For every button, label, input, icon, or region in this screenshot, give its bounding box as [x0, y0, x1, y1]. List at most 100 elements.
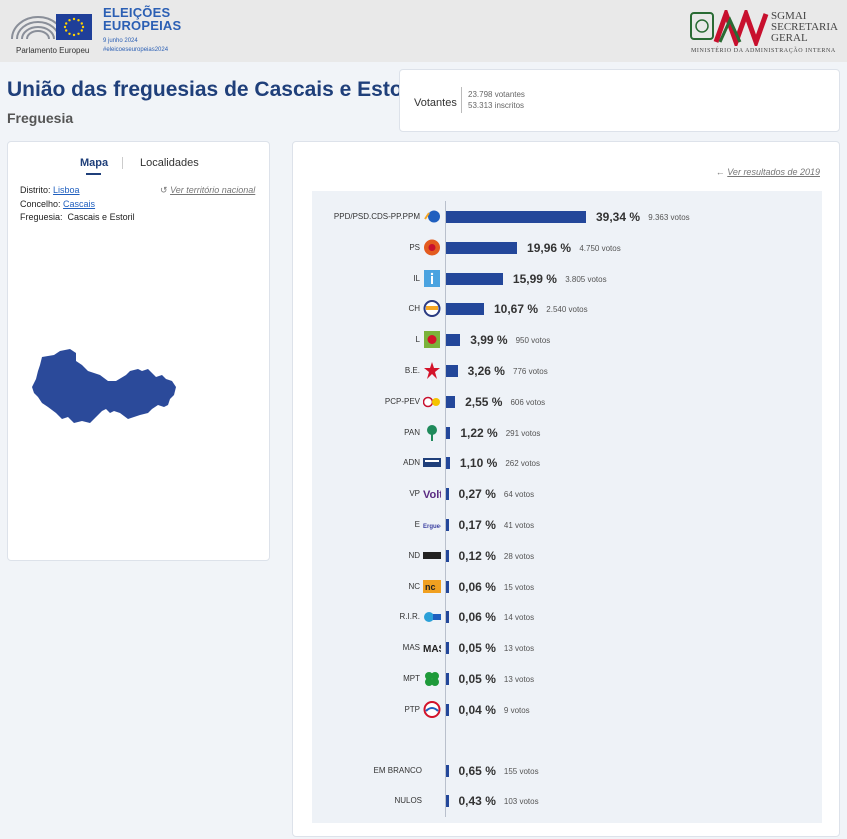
- freguesia-row: Freguesia: Cascais e Estoril: [20, 212, 135, 222]
- result-votes: 2.540 votos: [546, 305, 588, 315]
- mpt-clover-icon: [423, 670, 441, 687]
- concelho-row: Concelho: Cascais: [20, 199, 95, 209]
- result-votes: 64 votos: [503, 490, 535, 500]
- active-tab-indicator: [86, 173, 101, 175]
- result-percentage: 10,67 %: [493, 302, 539, 317]
- distrito-label: Distrito:: [20, 185, 51, 195]
- tab-localidades[interactable]: Localidades: [140, 157, 199, 169]
- map-panel: Mapa Localidades Distrito: Lisboa Concel…: [7, 141, 270, 561]
- result-percentage: 0,06 %: [458, 579, 496, 594]
- ptp-icon: [423, 700, 441, 718]
- freguesia-value: Cascais e Estoril: [67, 212, 135, 222]
- result-bar: [446, 642, 449, 655]
- tab-mapa[interactable]: Mapa: [80, 157, 108, 169]
- result-votes: 950 votos: [515, 336, 551, 346]
- freguesia-shape[interactable]: [32, 349, 176, 423]
- party-name: MAS: [402, 643, 420, 653]
- result-votes: 606 votos: [510, 397, 546, 407]
- party-name: R.I.R.: [399, 612, 420, 622]
- result-bar: [446, 549, 449, 562]
- concelho-link[interactable]: Cascais: [63, 199, 95, 209]
- results-panel: ← Ver resultados de 2019 PPD/PSD.CDS-PP.…: [292, 141, 840, 837]
- distrito-link[interactable]: Lisboa: [53, 185, 80, 195]
- result-percentage: 0,43 %: [458, 794, 496, 808]
- party-name: PPD/PSD.CDS-PP.PPM: [333, 212, 420, 221]
- result-percentage: 0,06 %: [458, 610, 496, 625]
- cdu-icon: [422, 393, 441, 410]
- result-bar: [446, 426, 451, 439]
- rir-icon: [423, 608, 441, 625]
- result-bar: [446, 795, 449, 807]
- result-votes: 3.805 votos: [565, 274, 607, 284]
- elections-date: 9 junho 2024: [103, 38, 138, 44]
- arrow-left-icon: ←: [715, 167, 725, 177]
- result-bar: [446, 272, 503, 285]
- freguesia-map[interactable]: [30, 347, 190, 427]
- ver-2019-link[interactable]: ← Ver resultados de 2019: [716, 167, 820, 177]
- elections-hashtag: #eleicoeseuropeias2024: [103, 47, 169, 53]
- ministry-name: MINISTÉRIO DA ADMINISTRAÇÃO INTERNA: [691, 48, 836, 54]
- adn-icon: [423, 454, 441, 471]
- result-bar: [446, 580, 449, 593]
- party-name: EM BRANCO: [373, 766, 422, 775]
- result-bar: [446, 334, 461, 347]
- votantes-count: 23.798 votantes: [468, 90, 525, 99]
- ver-territorio-text: Ver território nacional: [170, 185, 256, 195]
- svg-text:nc: nc: [425, 582, 436, 592]
- result-votes: 9.363 votos: [648, 213, 690, 222]
- results-chart: PPD/PSD.CDS-PP.PPM 39,34 % 9.363 votos PS 19…: [312, 191, 822, 823]
- svg-text:MAS: MAS: [423, 644, 441, 655]
- result-votes: 13 votos: [503, 675, 535, 684]
- party-name: E: [414, 520, 420, 529]
- result-percentage: 3,99 %: [470, 333, 508, 348]
- result-bar: [446, 488, 449, 501]
- party-name: IL: [413, 273, 420, 283]
- result-percentage: 1,10 %: [459, 456, 498, 471]
- result-votes: 14 votos: [503, 613, 535, 623]
- result-bar: [446, 611, 449, 624]
- chart-axis-line: [445, 201, 446, 817]
- result-votes: 291 votos: [505, 428, 541, 438]
- elections-title: ELEIÇÕES EUROPEIAS: [103, 5, 182, 33]
- result-percentage: 2,55 %: [465, 394, 503, 409]
- party-name: PAN: [404, 427, 420, 437]
- result-bar: [446, 395, 456, 408]
- result-percentage: 0,27 %: [458, 487, 496, 502]
- result-votes: 28 votos: [503, 551, 535, 561]
- party-name: CH: [408, 304, 420, 314]
- divider: [461, 87, 462, 113]
- result-percentage: 1,22 %: [460, 425, 498, 440]
- party-name: PCP-PEV: [384, 396, 420, 406]
- tab-separator: [122, 157, 123, 169]
- sgmai-logo-icon: [690, 10, 769, 46]
- result-percentage: 19,96 %: [527, 240, 572, 255]
- ergue-te-icon: Ergue-te: [423, 516, 448, 533]
- ver-territorio-link[interactable]: ↺ Ver território nacional: [160, 185, 255, 196]
- result-percentage: 0,12 %: [458, 548, 496, 563]
- result-bar: [446, 365, 458, 377]
- result-percentage: 39,34 %: [596, 210, 641, 224]
- nc-icon: nc: [423, 578, 441, 595]
- result-votes: 103 votos: [503, 797, 539, 806]
- distrito-row: Distrito: Lisboa: [20, 185, 80, 195]
- chega-icon: [423, 300, 441, 318]
- party-name: NULOS: [394, 796, 422, 805]
- freguesia-label: Freguesia:: [20, 212, 63, 222]
- ps-fist-rose-icon: [423, 239, 441, 256]
- result-bar: [446, 765, 449, 777]
- result-votes: 41 votos: [503, 521, 535, 530]
- party-name: VP: [409, 489, 420, 499]
- result-votes: 776 votos: [513, 367, 548, 376]
- party-name: ND: [408, 550, 420, 560]
- result-bar: [446, 241, 518, 254]
- result-percentage: 0,05 %: [458, 672, 496, 686]
- ep-label: Parlamento Europeu: [16, 46, 90, 55]
- ver-2019-text: Ver resultados de 2019: [727, 167, 820, 177]
- votantes-label: Votantes: [414, 97, 457, 109]
- result-percentage: 15,99 %: [512, 271, 557, 286]
- result-votes: 15 votos: [503, 582, 535, 592]
- page-title: União das freguesias de Cascais e Estori…: [7, 78, 423, 101]
- inscritos-count: 53.313 inscritos: [468, 101, 525, 110]
- undo-arrow-icon: ↺: [160, 185, 168, 195]
- pan-tree-icon: [423, 424, 441, 441]
